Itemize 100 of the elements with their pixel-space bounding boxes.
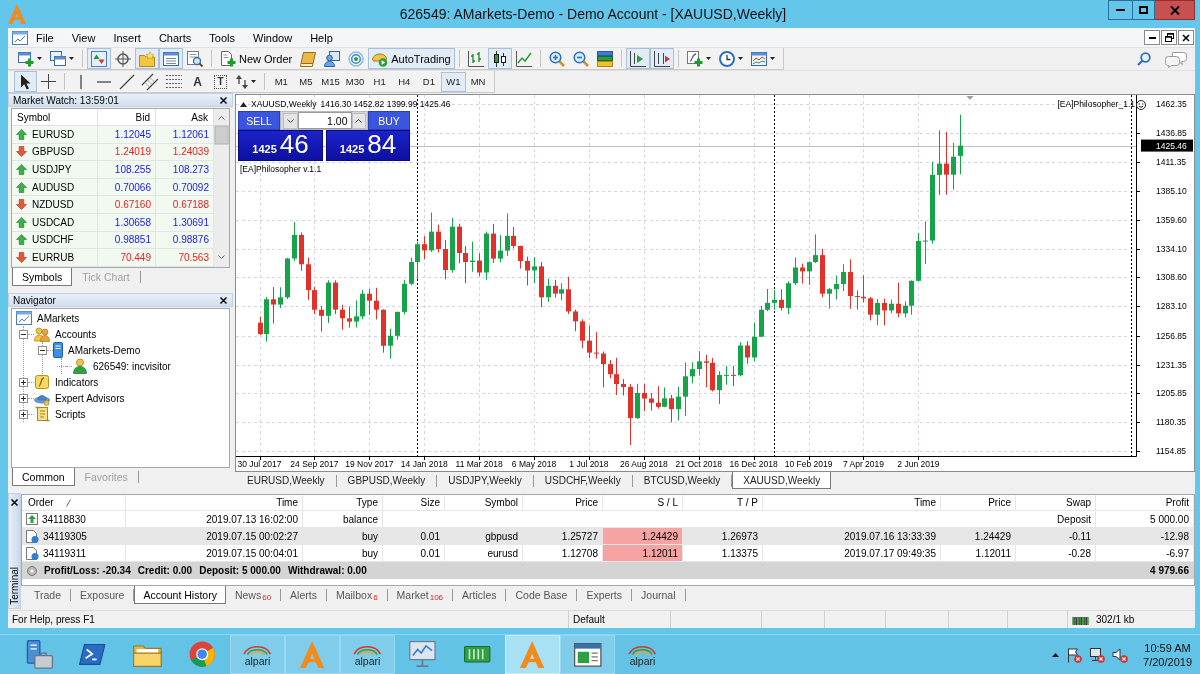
search-icon[interactable] <box>1137 52 1151 66</box>
minus-box-icon[interactable] <box>19 329 28 339</box>
tab[interactable]: Trade <box>25 586 71 604</box>
close-icon[interactable] <box>220 96 227 104</box>
hat-play-icon[interactable] <box>372 50 389 67</box>
plus-box-icon[interactable] <box>19 393 28 403</box>
plus-box-icon[interactable] <box>19 377 28 387</box>
chevron-up-icon[interactable] <box>355 118 363 123</box>
pointer-tool-button[interactable] <box>14 71 37 92</box>
timeframe-button[interactable]: W1 <box>441 71 466 92</box>
caret-icon[interactable] <box>737 57 743 60</box>
tab[interactable]: Exposure <box>71 586 134 604</box>
app-window-icon[interactable] <box>573 642 602 667</box>
chart-window-icon[interactable] <box>750 50 767 67</box>
timeframe-button[interactable]: M1 <box>269 71 294 92</box>
taskbar-button[interactable]: alpari <box>340 635 395 674</box>
scrollbar[interactable] <box>214 109 229 267</box>
child-minimize-button[interactable] <box>1144 30 1160 45</box>
buy-button[interactable]: BUY <box>368 111 410 130</box>
close-icon[interactable] <box>1182 33 1190 42</box>
speaker-muted-icon[interactable] <box>1112 646 1129 663</box>
maximize-icon[interactable] <box>1139 6 1148 14</box>
stacked-windows-icon[interactable] <box>50 50 66 67</box>
timeframe-button[interactable]: MN <box>465 71 491 92</box>
text-label-button[interactable]: T <box>209 71 232 92</box>
column-header[interactable]: Ask <box>156 109 214 126</box>
tab[interactable]: Alerts <box>281 586 326 604</box>
timeframe-button[interactable]: H4 <box>391 71 417 92</box>
curve-plus-icon[interactable] <box>686 50 703 67</box>
maximize-button[interactable] <box>1133 0 1155 20</box>
tab[interactable]: XAUUSD,Weekly <box>732 472 832 489</box>
lot-field[interactable]: 1.00 <box>297 112 352 129</box>
timeframe-button[interactable]: M15 <box>318 71 343 92</box>
tab[interactable]: Code Base <box>506 586 577 604</box>
monitor-chart-icon[interactable] <box>408 641 437 668</box>
tree-item[interactable]: AMarkets-Demo <box>67 344 142 356</box>
table-row[interactable]: 34119305 2019.07.15 00:02:27 buy 0.01 gbpusd 1.25727 1.24429 1.26973 2019.07.16 13:33:39 1.24429 -0.11 -12.98 <box>22 528 1194 545</box>
sell-button[interactable]: SELL <box>238 111 280 130</box>
tab[interactable]: EURUSD,Weekly <box>236 472 336 489</box>
tree-item[interactable]: Indicators <box>54 376 100 388</box>
timeframe-button[interactable]: M30 <box>342 71 368 92</box>
sell-price-button[interactable]: 1425 46 <box>238 130 323 161</box>
prompt-icon[interactable] <box>79 644 106 665</box>
window-plus-icon[interactable] <box>18 50 34 67</box>
tab[interactable]: Journal <box>632 586 685 604</box>
tab[interactable]: Symbols <box>12 268 73 286</box>
tab[interactable]: Common <box>12 468 75 486</box>
caret-icon[interactable] <box>251 80 256 83</box>
folder-icon[interactable] <box>133 642 162 667</box>
clock[interactable]: 10:59 AM 7/20/2019 <box>1143 640 1192 669</box>
column-header[interactable]: Symbol <box>12 109 98 126</box>
horizontal-line-icon[interactable] <box>96 80 111 83</box>
minus-box-icon[interactable] <box>38 345 47 355</box>
chat-bubbles-icon[interactable] <box>1165 51 1187 67</box>
tab[interactable]: GBPUSD,Weekly <box>336 472 437 489</box>
caret-icon[interactable] <box>37 57 42 60</box>
tab[interactable]: USDJPY,Weekly <box>437 472 533 489</box>
tab[interactable]: Experts <box>577 586 632 604</box>
taskbar-button[interactable] <box>560 635 615 674</box>
circuit-board-icon[interactable] <box>464 646 491 663</box>
close-icon[interactable] <box>11 499 18 506</box>
tree-item[interactable]: Scripts <box>54 408 87 420</box>
menu-item[interactable]: Tools <box>200 29 244 46</box>
menu-item[interactable]: Help <box>301 29 342 46</box>
minimize-button[interactable] <box>1108 0 1133 20</box>
tree-item[interactable]: Accounts <box>54 328 98 340</box>
pointer-icon[interactable] <box>20 73 31 90</box>
column-header[interactable]: Order <box>28 497 54 508</box>
triangle-marker-icon[interactable] <box>966 96 974 100</box>
autotrading-button[interactable]: AutoTrading <box>368 48 455 69</box>
caret-icon[interactable] <box>705 57 711 60</box>
menu-item[interactable]: File <box>27 29 63 46</box>
tab[interactable]: Account History <box>134 586 226 604</box>
tab[interactable]: USDCHF,Weekly <box>533 472 632 489</box>
tree-item[interactable]: AMarkets <box>36 312 81 324</box>
document-plus-icon[interactable] <box>220 50 236 67</box>
text-tool-button[interactable]: A <box>186 71 209 92</box>
menu-item[interactable]: Charts <box>149 29 201 46</box>
timeframe-button[interactable]: M5 <box>293 71 319 92</box>
timeframe-button[interactable]: D1 <box>416 71 442 92</box>
flag-error-icon[interactable] <box>1066 646 1083 663</box>
arrows-icon[interactable] <box>236 74 248 89</box>
timeframe-button[interactable]: H1 <box>367 71 392 92</box>
tree-item[interactable]: 626549: incvisitor <box>92 360 172 372</box>
buy-price-button[interactable]: 1425 84 <box>326 130 410 161</box>
chevron-down-icon[interactable] <box>286 118 294 123</box>
caret-icon[interactable] <box>69 57 74 60</box>
plus-box-icon[interactable] <box>19 409 28 419</box>
menu-item[interactable]: View <box>62 29 105 46</box>
tab[interactable]: Articles <box>453 586 506 604</box>
menu-item[interactable]: Window <box>244 29 302 46</box>
minimize-icon[interactable] <box>1148 36 1156 39</box>
tricolor-circle-icon[interactable] <box>189 641 216 668</box>
column-header[interactable]: Bid <box>98 109 156 126</box>
triangle-icon[interactable] <box>240 101 247 107</box>
taskbar-button[interactable]: alpari <box>230 635 285 674</box>
tree-item[interactable]: Expert Advisors <box>54 392 126 404</box>
tab[interactable]: BTCUSD,Weekly <box>632 472 732 489</box>
clock-icon[interactable] <box>718 50 735 67</box>
child-close-button[interactable] <box>1178 30 1194 45</box>
